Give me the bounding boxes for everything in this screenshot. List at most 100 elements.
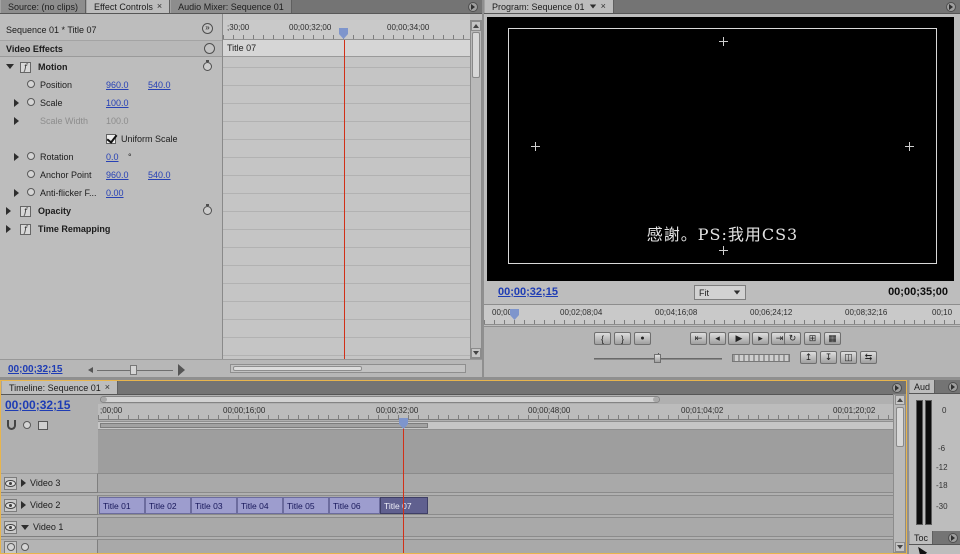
close-icon[interactable]: × — [105, 383, 110, 392]
track-lane-video3[interactable] — [98, 473, 893, 493]
tab-audio-mixer[interactable]: Audio Mixer: Sequence 01 — [170, 0, 292, 13]
program-video-frame[interactable]: 感謝。PS:我用CS3 — [487, 17, 954, 281]
anchor-y-value[interactable]: 540.0 — [148, 170, 171, 180]
anchor-x-value[interactable]: 960.0 — [106, 170, 129, 180]
sequence-dropdown-icon[interactable] — [589, 5, 595, 9]
scroll-thumb[interactable] — [472, 32, 480, 78]
tab-audio-meters[interactable]: Aud — [909, 380, 935, 393]
step-back-button[interactable]: ◂ — [709, 332, 726, 345]
twirl-right-icon[interactable] — [21, 501, 26, 509]
effect-row-motion[interactable]: f Motion — [0, 58, 222, 76]
shuttle-thumb[interactable] — [654, 354, 661, 363]
timeline-ruler[interactable]: ;00;00 00;00;16;00 00;00;32;00 00;00;48;… — [98, 404, 893, 420]
uniform-scale-checkbox[interactable] — [106, 134, 116, 144]
twirl-right-icon[interactable] — [21, 479, 26, 487]
clip-title-06[interactable]: Title 06 — [329, 497, 380, 514]
ec-keyframe-area[interactable] — [222, 14, 470, 359]
set-out-button[interactable]: } — [614, 332, 631, 345]
timeline-playhead-line[interactable] — [403, 420, 404, 553]
loop-button[interactable]: ↻ — [784, 332, 801, 345]
fit-dropdown[interactable]: Fit — [694, 285, 746, 300]
panel-menu-icon[interactable] — [892, 383, 902, 393]
property-row-position[interactable]: Position 960.0 540.0 — [0, 76, 222, 94]
scroll-down-button[interactable] — [471, 348, 481, 358]
track-header-video1[interactable]: Video 1 — [1, 517, 98, 537]
viewing-area-bar[interactable] — [100, 396, 660, 403]
track-lock-icon[interactable] — [21, 543, 29, 551]
clip-title-03[interactable]: Title 03 — [191, 497, 237, 514]
scroll-thumb[interactable] — [896, 407, 904, 447]
ec-zoom-thumb[interactable] — [130, 365, 137, 375]
motion-reset-icon[interactable] — [203, 62, 212, 71]
position-y-value[interactable]: 540.0 — [148, 80, 171, 90]
panel-menu-icon[interactable] — [946, 2, 956, 12]
step-forward-button[interactable]: ▸ — [752, 332, 769, 345]
rotation-value[interactable]: 0.0 — [106, 152, 119, 162]
toggle-animation-icon[interactable] — [27, 152, 35, 160]
panel-menu-icon[interactable] — [948, 382, 958, 392]
lift-button[interactable]: ↥ — [800, 351, 817, 364]
scroll-up-button[interactable] — [471, 21, 481, 31]
opacity-reset-icon[interactable] — [203, 206, 212, 215]
panel-menu-icon[interactable] — [948, 533, 958, 543]
handle-top-icon[interactable] — [719, 37, 728, 46]
show-hide-timeline-button[interactable]: » — [202, 23, 213, 34]
track-lane-video2[interactable]: Title 01 Title 02 Title 03 Title 04 Titl… — [98, 495, 893, 515]
effect-row-time-remapping[interactable]: f Time Remapping — [0, 220, 222, 238]
program-playhead-marker[interactable] — [510, 309, 519, 320]
ec-mini-ruler[interactable]: ;30;00 00;00;32;00 00;00;34;00 — [223, 20, 470, 40]
tab-source[interactable]: Source: (no clips) — [0, 0, 86, 13]
twirl-right-icon[interactable] — [14, 117, 19, 125]
tab-tools[interactable]: Toc — [909, 531, 933, 544]
toggle-track-output-button[interactable] — [4, 521, 17, 534]
play-button[interactable]: ▶ — [728, 332, 750, 345]
goto-in-button[interactable]: ⇤ — [690, 332, 707, 345]
track-lane-video1[interactable] — [98, 517, 893, 537]
toggle-animation-icon[interactable] — [27, 98, 35, 106]
twirl-right-icon[interactable] — [14, 189, 19, 197]
extract-button[interactable]: ↧ — [820, 351, 837, 364]
shuttle-slider[interactable] — [594, 352, 722, 364]
clip-title-05[interactable]: Title 05 — [283, 497, 329, 514]
toggle-track-output-button[interactable] — [4, 477, 17, 490]
set-marker-icon[interactable] — [23, 421, 31, 429]
property-row-scale[interactable]: Scale 100.0 — [0, 94, 222, 112]
twirl-right-icon[interactable] — [14, 153, 19, 161]
close-icon[interactable]: × — [601, 2, 606, 11]
toggle-animation-icon[interactable] — [27, 188, 35, 196]
work-area-segment[interactable] — [100, 423, 428, 428]
toggle-animation-icon[interactable] — [27, 80, 35, 88]
tab-effect-controls[interactable]: Effect Controls × — [86, 0, 170, 13]
property-row-anti-flicker[interactable]: Anti-flicker F... 0.00 — [0, 184, 222, 202]
set-marker-button[interactable]: ● — [634, 332, 651, 345]
ec-clip-bar[interactable]: Title 07 — [223, 40, 470, 57]
tab-timeline[interactable]: Timeline: Sequence 01 × — [1, 381, 118, 394]
ec-hscrollbar[interactable] — [230, 364, 466, 373]
close-icon[interactable]: × — [157, 2, 162, 11]
twirl-right-icon[interactable] — [14, 99, 19, 107]
property-row-anchor-point[interactable]: Anchor Point 960.0 540.0 — [0, 166, 222, 184]
handle-left-icon[interactable] — [531, 142, 540, 151]
jog-disk[interactable] — [732, 354, 790, 362]
export-frame-button[interactable]: ◫ — [840, 351, 857, 364]
zoom-in-icon[interactable] — [178, 364, 185, 376]
viewing-area-handle-right[interactable] — [653, 397, 659, 402]
clip-title-07-selected[interactable]: Title 07 — [380, 497, 428, 514]
timeline-scrollbar[interactable] — [893, 394, 906, 553]
clip-title-01[interactable]: Title 01 — [99, 497, 145, 514]
twirl-right-icon[interactable] — [6, 225, 11, 233]
scroll-up-button[interactable] — [895, 395, 905, 405]
track-header-video3[interactable]: Video 3 — [1, 473, 98, 493]
panel-menu-icon[interactable] — [468, 2, 478, 12]
position-x-value[interactable]: 960.0 — [106, 80, 129, 90]
property-row-uniform-scale[interactable]: Uniform Scale — [0, 130, 222, 148]
edit-workspace-icon[interactable] — [38, 421, 48, 430]
twirl-down-icon[interactable] — [21, 525, 29, 530]
toggle-track-output-button[interactable] — [4, 499, 17, 512]
effect-enabled-icon[interactable]: f — [20, 224, 31, 235]
ec-playhead-line[interactable] — [344, 40, 345, 359]
set-in-button[interactable]: { — [594, 332, 611, 345]
track-lane-audio1[interactable] — [98, 539, 893, 554]
work-area-bar[interactable] — [98, 421, 893, 430]
ec-scrollbar[interactable] — [470, 20, 482, 359]
